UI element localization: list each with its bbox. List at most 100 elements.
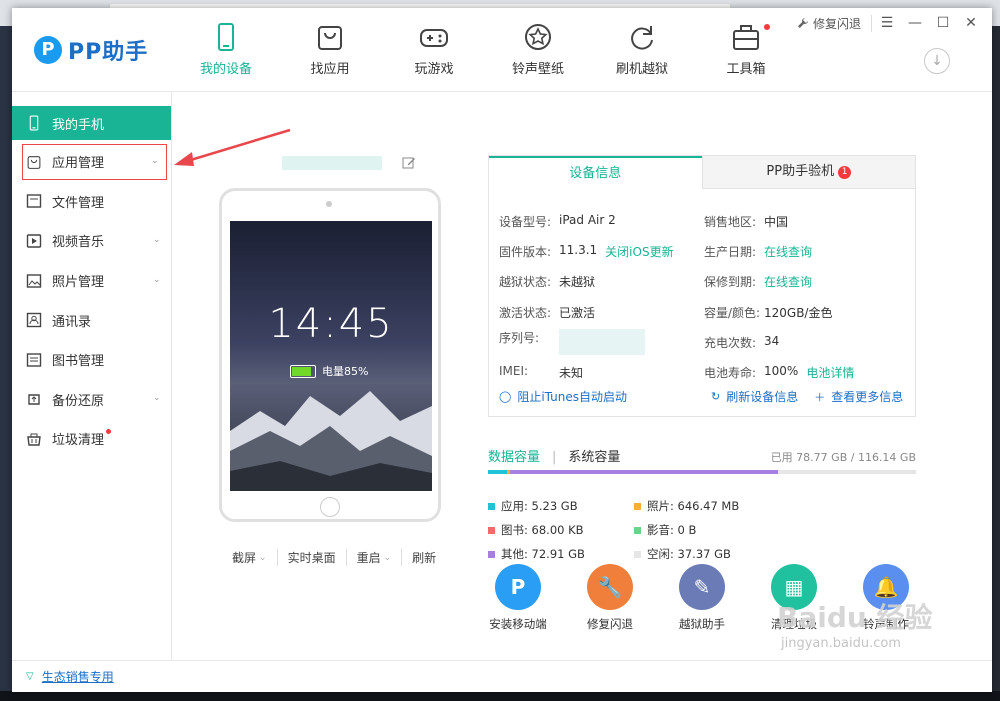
tool-wrench[interactable]: 🔧 修复闪退 bbox=[580, 564, 640, 632]
pp-assistant-window: P PP助手 我的设备 找应用 玩游戏 铃声壁纸 刷机越狱 工具箱 修复闪退 ☰ — ☐ … bbox=[12, 8, 992, 692]
menu-icon[interactable]: ☰ bbox=[874, 14, 900, 32]
device-action-button[interactable]: 截屏 ⌄ bbox=[222, 549, 278, 566]
tool-label: 修复闪退 bbox=[587, 617, 633, 631]
legend-label: 应用: 5.23 GB bbox=[501, 499, 578, 513]
refresh-icon: ↻ bbox=[711, 390, 721, 403]
info-grid: 设备型号: iPad Air 2 销售地区: 中国 固件版本: 11.3.1 关闭iOS更新… bbox=[499, 206, 909, 388]
device-action-button[interactable]: 实时桌面 bbox=[278, 549, 347, 566]
nav-label: 玩游戏 bbox=[414, 62, 454, 77]
info-link[interactable]: 在线查询 bbox=[764, 243, 812, 260]
info-link[interactable]: 电池详情 bbox=[806, 364, 854, 381]
tab-data-capacity[interactable]: 数据容量 bbox=[488, 446, 540, 465]
device-action-button[interactable]: 刷新 bbox=[402, 549, 446, 566]
watermark-main: Baidu 经验 bbox=[777, 601, 933, 634]
info-footer: ◯ 阻止iTunes自动启动 ↻ 刷新设备信息 ＋ 查看更多信息 bbox=[499, 388, 909, 405]
nav-label: 刷机越狱 bbox=[615, 62, 668, 77]
minimize-icon[interactable]: — bbox=[902, 14, 928, 32]
info-row: 固件版本: 11.3.1 关闭iOS更新 生产日期: 在线查询 bbox=[499, 236, 909, 266]
legend-swatch bbox=[488, 526, 495, 534]
legend-label: 照片: 646.47 MB bbox=[647, 499, 740, 513]
tab-device-info[interactable]: 设备信息 bbox=[489, 156, 702, 189]
battery-icon bbox=[290, 364, 316, 378]
nav-star[interactable]: 铃声壁纸 bbox=[486, 8, 590, 92]
fix-crash-label: 修复闪退 bbox=[812, 16, 861, 31]
info-cell: IMEI: 未知 bbox=[499, 364, 704, 381]
sidebar-item-phone[interactable]: 我的手机 bbox=[12, 106, 171, 140]
info-row: IMEI: 未知 电池寿命: 100% 电池详情 bbox=[499, 357, 909, 387]
nav-phone[interactable]: 我的设备 bbox=[174, 8, 278, 92]
chevron-down-icon: ⌄ bbox=[151, 155, 159, 166]
sidebar-item-bag[interactable]: 应用管理 ⌄ bbox=[20, 142, 169, 182]
background-left-strip bbox=[0, 26, 12, 701]
lockscreen-clock: 14:45 bbox=[268, 301, 394, 347]
logo-mark: P bbox=[34, 36, 62, 64]
device-action-button[interactable]: 重启 ⌄ bbox=[347, 549, 403, 566]
chevron-down-icon: ⌄ bbox=[153, 234, 161, 245]
legend-swatch bbox=[488, 550, 495, 558]
nav-bag[interactable]: 找应用 bbox=[278, 8, 382, 92]
info-cell: 越狱状态: 未越狱 bbox=[499, 273, 704, 290]
info-cell: 保修到期: 在线查询 bbox=[704, 273, 909, 290]
sidebar-item-backup[interactable]: 备份还原 ⌄ bbox=[12, 380, 171, 420]
app-logo: P PP助手 bbox=[34, 34, 148, 66]
folder-icon bbox=[26, 193, 42, 209]
info-key: 保修到期: bbox=[704, 275, 757, 290]
notification-dot bbox=[764, 24, 770, 30]
legend-item: 其他: 72.91 GB bbox=[488, 542, 634, 566]
nav-toolbox[interactable]: 工具箱 bbox=[694, 8, 798, 92]
nav-gamepad[interactable]: 玩游戏 bbox=[382, 8, 486, 92]
info-key: 设备型号: bbox=[499, 214, 552, 229]
more-info-link[interactable]: 查看更多信息 bbox=[831, 388, 903, 405]
info-cell: 生产日期: 在线查询 bbox=[704, 243, 909, 260]
jailbreak-icon: ✎ bbox=[679, 564, 725, 610]
sidebar-item-photo[interactable]: 照片管理 ⌄ bbox=[12, 261, 171, 301]
sidebar-item-trash[interactable]: 垃圾清理 bbox=[12, 419, 171, 459]
notification-dot bbox=[106, 429, 111, 435]
tab-pp-check[interactable]: PP助手验机 1 bbox=[701, 156, 915, 189]
download-icon[interactable]: ↓ bbox=[924, 48, 950, 74]
legend-swatch bbox=[634, 526, 641, 534]
info-value: 未越狱 bbox=[559, 275, 596, 290]
sidebar-item-video[interactable]: 视频音乐 ⌄ bbox=[12, 221, 171, 261]
info-key: 销售地区: bbox=[704, 214, 757, 229]
sidebar-item-folder[interactable]: 文件管理 bbox=[12, 182, 171, 222]
info-cell: 设备型号: iPad Air 2 bbox=[499, 213, 704, 230]
refresh-info-link[interactable]: 刷新设备信息 bbox=[726, 388, 798, 405]
chevron-down-icon: ⌄ bbox=[383, 552, 392, 563]
tab-separator: | bbox=[552, 450, 557, 465]
info-value: 已激活 bbox=[559, 305, 596, 320]
ipad-home-button bbox=[320, 497, 340, 517]
tool-jailbreak[interactable]: ✎ 越狱助手 bbox=[672, 564, 732, 632]
gamepad-icon bbox=[419, 22, 449, 52]
phone-icon bbox=[26, 115, 42, 131]
info-link[interactable]: 在线查询 bbox=[764, 273, 812, 290]
notification-badge: 1 bbox=[838, 166, 852, 179]
main-nav: 我的设备 找应用 玩游戏 铃声壁纸 刷机越狱 工具箱 bbox=[174, 8, 798, 92]
storage-segment bbox=[488, 470, 508, 474]
pp-icon: P bbox=[495, 564, 541, 610]
info-row: 设备型号: iPad Air 2 销售地区: 中国 bbox=[499, 206, 909, 236]
legend-item: 应用: 5.23 GB bbox=[488, 494, 634, 518]
device-info-panel: 设备信息 PP助手验机 1 设备型号: iPad Air 2 销售地区: 中国 固件版本:… bbox=[488, 155, 916, 417]
info-link[interactable]: 关闭iOS更新 bbox=[605, 243, 673, 260]
tab-system-capacity[interactable]: 系统容量 bbox=[568, 446, 620, 465]
nav-refresh[interactable]: 刷机越狱 bbox=[590, 8, 694, 92]
info-cell: 容量/颜色: 120GB/金色 bbox=[704, 304, 909, 321]
device-action-label: 重启 bbox=[356, 551, 381, 565]
info-row: 激活状态: 已激活 容量/颜色: 120GB/金色 bbox=[499, 297, 909, 327]
fix-crash-button[interactable]: 修复闪退 bbox=[787, 14, 872, 32]
info-cell: 电池寿命: 100% 电池详情 bbox=[704, 364, 909, 381]
info-value: 100% bbox=[764, 364, 799, 379]
edit-icon[interactable] bbox=[402, 156, 416, 170]
sidebar-item-contacts[interactable]: 通讯录 bbox=[12, 300, 171, 340]
sidebar-item-book[interactable]: 图书管理 bbox=[12, 340, 171, 380]
close-icon[interactable]: ✕ bbox=[958, 14, 984, 32]
info-value: iPad Air 2 bbox=[559, 212, 616, 227]
eco-sales-link[interactable]: 生态销售专用 bbox=[42, 668, 114, 685]
device-action-label: 刷新 bbox=[412, 551, 437, 565]
legend-swatch bbox=[634, 502, 641, 510]
block-itunes-toggle[interactable]: ◯ 阻止iTunes自动启动 bbox=[499, 388, 711, 405]
window-controls: 修复闪退 ☰ — ☐ ✕ bbox=[787, 14, 984, 32]
tool-pp[interactable]: P 安装移动端 bbox=[488, 564, 548, 632]
maximize-icon[interactable]: ☐ bbox=[930, 14, 956, 32]
